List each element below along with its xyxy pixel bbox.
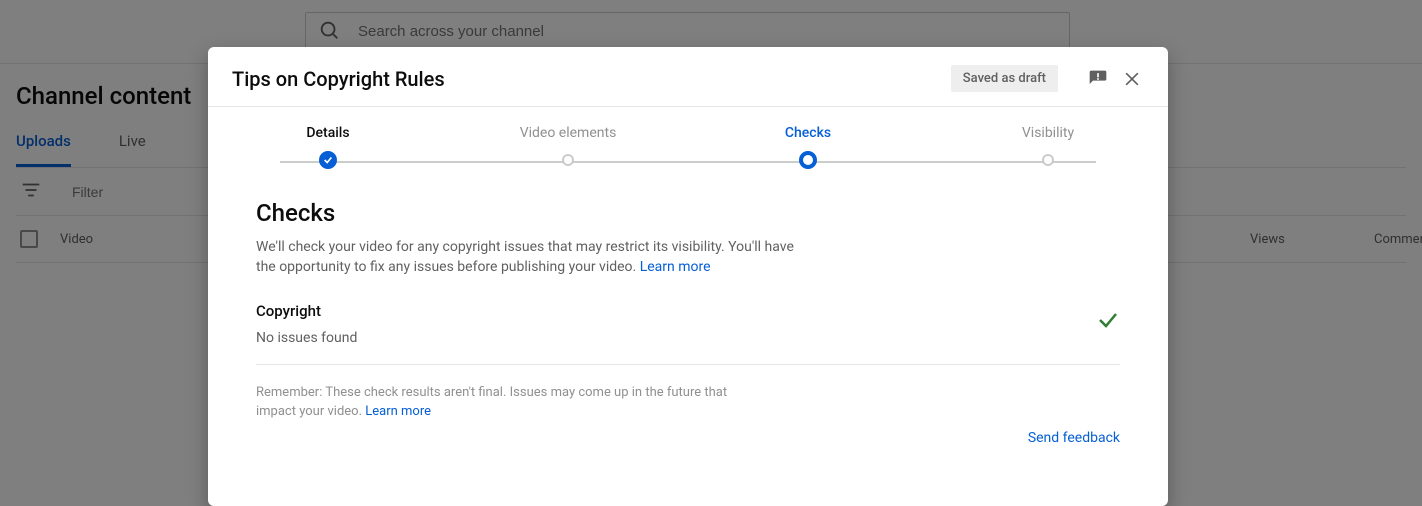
step-checks-dot — [799, 151, 817, 169]
upload-dialog: Tips on Copyright Rules Saved as draft D… — [208, 47, 1168, 506]
copyright-heading: Copyright — [256, 302, 357, 320]
step-checks[interactable]: Checks — [748, 125, 868, 169]
disclaimer-learn-more-link[interactable]: Learn more — [365, 404, 431, 419]
copyright-block: Copyright No issues found — [256, 302, 1120, 365]
feedback-icon[interactable] — [1086, 67, 1110, 91]
send-feedback-link[interactable]: Send feedback — [1028, 430, 1120, 446]
section-description-text: We'll check your video for any copyright… — [256, 239, 794, 275]
disclaimer-text: Remember: These check results aren't fin… — [256, 385, 727, 420]
step-video-elements-dot — [562, 154, 574, 166]
step-visibility[interactable]: Visibility — [988, 125, 1108, 169]
step-details-dot — [319, 151, 337, 169]
step-details-label: Details — [306, 125, 349, 141]
close-icon[interactable] — [1120, 67, 1144, 91]
copyright-status: No issues found — [256, 330, 357, 346]
step-checks-label: Checks — [785, 125, 831, 141]
dialog-header: Tips on Copyright Rules Saved as draft — [208, 47, 1168, 107]
disclaimer: Remember: These check results aren't fin… — [256, 383, 756, 422]
step-video-elements[interactable]: Video elements — [508, 125, 628, 169]
section-description: We'll check your video for any copyright… — [256, 237, 816, 278]
stepper: Details Video elements Checks Visibility — [268, 125, 1108, 177]
dialog-body: Checks We'll check your video for any co… — [208, 177, 1168, 446]
step-visibility-label: Visibility — [1022, 125, 1074, 141]
step-details[interactable]: Details — [268, 125, 388, 169]
dialog-title: Tips on Copyright Rules — [232, 67, 951, 91]
check-icon — [1096, 308, 1120, 336]
section-heading: Checks — [256, 199, 1120, 227]
step-visibility-dot — [1042, 154, 1054, 166]
step-video-elements-label: Video elements — [520, 125, 617, 141]
learn-more-link[interactable]: Learn more — [640, 259, 711, 275]
draft-badge: Saved as draft — [951, 65, 1058, 92]
feedback-row: Send feedback — [256, 430, 1120, 446]
